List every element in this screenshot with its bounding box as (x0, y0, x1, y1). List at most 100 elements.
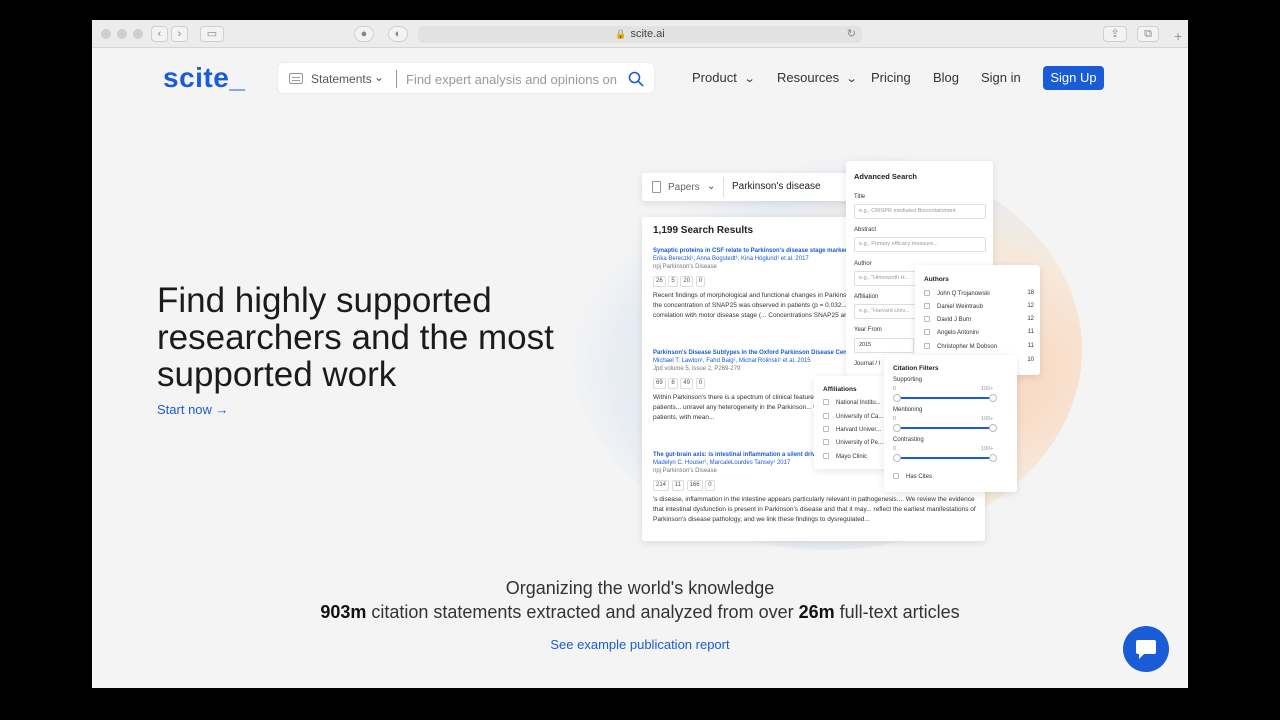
supporting-tally: 5 (668, 276, 678, 287)
mentioning-tally: 166 (686, 480, 703, 491)
statements-text: citation statements extracted and analyz… (366, 602, 799, 622)
chat-icon (1136, 640, 1156, 659)
authors-title: Authors (924, 276, 949, 283)
articles-text: full-text articles (834, 602, 960, 622)
citation-filters-panel: Citation Filters Supporting 0 100+ Menti… (884, 355, 1017, 492)
affiliations-title: Affiliations (823, 386, 857, 393)
affiliation-name: Mayo Clinic (836, 454, 868, 460)
affiliation-name: Harvard Univer... (836, 427, 882, 433)
author-name: Daniel Weintraub (937, 304, 983, 310)
supporting-tally: 6 (668, 378, 678, 389)
search-icon[interactable] (628, 71, 644, 87)
affiliation-name: University of Pe... (836, 440, 884, 446)
nav-resources-label: Resources (777, 70, 840, 85)
site-search-box: Statements ⌄ (277, 62, 655, 94)
privacy-shield-icon[interactable]: ◐ (388, 26, 408, 42)
mentioning-min: 0 (893, 416, 897, 422)
lock-icon: 🔒 (615, 29, 627, 39)
author-count: 12 (1027, 303, 1034, 309)
author-row: Christopher M Dobson 11 (924, 343, 1034, 350)
supporting-slider-label: Supporting (893, 377, 923, 383)
forward-icon[interactable]: › (171, 26, 188, 42)
supporting-slider (893, 394, 997, 402)
mock-divider (723, 177, 724, 197)
checkbox (823, 426, 829, 432)
citing-publications-tally: 26 (653, 276, 666, 287)
reload-icon[interactable]: ↻ (847, 26, 856, 43)
author-name: Christopher M Dobson (937, 344, 998, 350)
sidebar-icon[interactable]: ▭ (200, 26, 224, 42)
supporting-min: 0 (893, 386, 897, 392)
slider-min-knob (893, 454, 901, 462)
close-window-button[interactable] (101, 29, 111, 39)
author-name: David J Burn (937, 317, 972, 323)
sign-up-button[interactable]: Sign Up (1043, 66, 1104, 90)
mentioning-max: 100+ (981, 416, 994, 422)
chat-button[interactable] (1123, 626, 1169, 672)
slider-min-knob (893, 424, 901, 432)
nav-product[interactable]: Product ⌄ (692, 70, 755, 85)
statements-icon (289, 73, 303, 84)
statements-count: 903m (320, 602, 367, 622)
address-bar[interactable]: 🔒 scite.ai ↻ (418, 26, 862, 43)
checkbox (924, 343, 930, 349)
author-row: David J Burn 12 (924, 316, 1034, 323)
author-count: 18 (1027, 290, 1034, 296)
start-now-label: Start now (157, 402, 212, 417)
slider-min-knob (893, 394, 901, 402)
tabs-overview-icon[interactable]: ⧉ (1137, 26, 1159, 42)
extension-icon[interactable]: ● (354, 26, 374, 42)
hero-title: Find highly supported researchers and th… (157, 281, 554, 394)
checkbox (823, 439, 829, 445)
author-count: 11 (1027, 329, 1034, 335)
author-name: John Q Trojanowski (937, 291, 990, 297)
affiliation-name: National Institu... (836, 400, 881, 406)
author-count: 10 (1027, 357, 1034, 363)
checkbox (823, 453, 829, 459)
search-input[interactable] (406, 70, 622, 88)
advanced-search-title: Advanced Search (854, 172, 917, 181)
browser-toolbar: ‹ › ▭ ● ◐ 🔒 scite.ai ↻ ⇪ ⧉ + (92, 20, 1188, 48)
start-now-link[interactable]: Start now → (157, 402, 229, 417)
search-type-label[interactable]: Statements (311, 72, 372, 86)
year-from-label: Year From (854, 327, 882, 333)
author-row: Daniel Weintraub 12 (924, 303, 1034, 310)
author-row: Angelo Antonini 11 (924, 329, 1034, 336)
chevron-down-icon: ⌄ (707, 181, 716, 192)
checkbox (924, 316, 930, 322)
mock-query: Parkinson's disease (732, 181, 821, 192)
example-report-link[interactable]: See example publication report (92, 637, 1188, 652)
nav-sign-in[interactable]: Sign in (981, 70, 1021, 85)
mock-search-type: Papers (668, 182, 700, 193)
contrasting-slider-label: Contrasting (893, 437, 924, 443)
checkbox (924, 303, 930, 309)
chevron-down-icon[interactable]: ⌄ (374, 70, 384, 84)
supporting-max: 100+ (981, 386, 994, 392)
nav-blog[interactable]: Blog (933, 70, 959, 85)
mentioning-tally: 20 (680, 276, 694, 287)
year-from-field: 2015 (854, 338, 914, 353)
back-icon[interactable]: ‹ (151, 26, 168, 42)
title-field-label: Title (854, 194, 866, 200)
minimize-window-button[interactable] (117, 29, 127, 39)
supporting-tally: 11 (671, 480, 684, 491)
citing-publications-tally: 214 (653, 480, 670, 491)
mentioning-tally: 49 (680, 378, 694, 389)
contrasting-tally: 0 (695, 378, 706, 389)
articles-count: 26m (798, 602, 835, 622)
mock-search-bar: Papers ⌄ Parkinson's disease (642, 173, 862, 201)
author-count: 12 (1027, 316, 1034, 322)
search-divider (396, 70, 397, 88)
share-icon[interactable]: ⇪ (1103, 26, 1127, 42)
slider-max-knob (989, 394, 997, 402)
zoom-window-button[interactable] (133, 29, 143, 39)
scite-logo[interactable]: scite_ (163, 62, 245, 94)
url-text: scite.ai (630, 28, 665, 40)
stats-line: 903m citation statements extracted and a… (92, 602, 1188, 623)
abstract-field-label: Abstract (854, 227, 877, 233)
new-tab-icon[interactable]: + (1174, 28, 1188, 48)
contrasting-tally: 0 (705, 480, 715, 491)
nav-resources[interactable]: Resources ⌄ (777, 70, 858, 85)
arrow-right-icon: → (215, 402, 229, 417)
nav-pricing[interactable]: Pricing (871, 70, 911, 85)
